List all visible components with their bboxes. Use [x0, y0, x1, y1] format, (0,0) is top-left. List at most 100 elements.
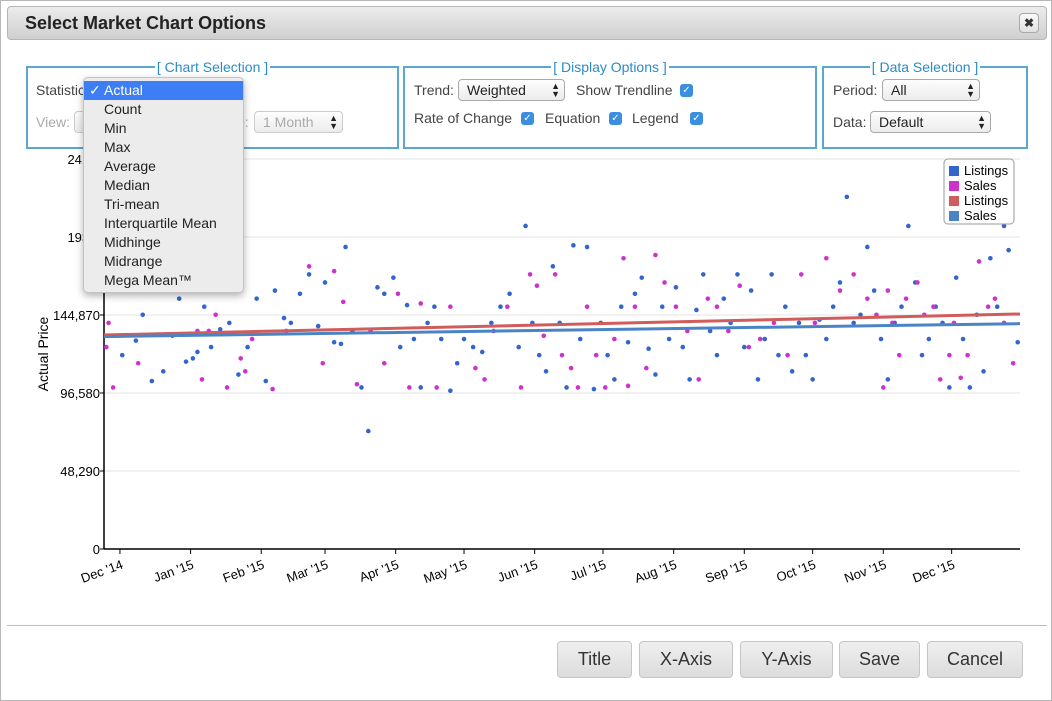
title-button[interactable]: Title — [557, 641, 632, 678]
statistic-option[interactable]: ✓ Actual — [84, 81, 243, 100]
statistic-dropdown-menu[interactable]: ✓ Actual Count Min Max Average Median Tri-mean I… — [83, 77, 244, 293]
statistic-option[interactable]: Max — [84, 138, 243, 157]
sales-data-point — [915, 280, 920, 285]
sales-data-point — [434, 385, 439, 390]
sales-data-point — [593, 352, 599, 358]
listings-data-point — [625, 339, 631, 345]
x-tick-label: Dec '14 — [79, 557, 125, 586]
listings-data-point — [183, 359, 189, 364]
listings-data-point — [359, 385, 364, 390]
sales-data-point — [473, 365, 478, 371]
listings-data-point — [432, 304, 437, 310]
listings-data-point — [721, 296, 727, 301]
sales-data-point — [653, 252, 658, 258]
listings-data-point — [454, 360, 460, 366]
listings-data-point — [762, 336, 768, 342]
sales-data-point — [395, 291, 401, 297]
statistic-option[interactable]: Mega Mean™ — [84, 271, 243, 290]
sales-data-point — [612, 336, 617, 342]
legend-item-label: Listings — [964, 163, 1009, 178]
listings-data-point — [133, 338, 139, 343]
listings-data-point — [140, 312, 146, 318]
sales-data-point — [662, 280, 667, 285]
legend-swatch — [949, 166, 959, 176]
x-tick-label: Mar '15 — [285, 557, 330, 586]
sales-data-point — [931, 304, 936, 310]
statistic-option[interactable]: Midhinge — [84, 233, 243, 252]
x-tick-label: Sep '15 — [703, 557, 749, 586]
listings-data-point — [837, 280, 843, 285]
statistic-option[interactable]: Average — [84, 157, 243, 176]
sales-data-point — [885, 288, 891, 293]
sales-data-point — [340, 299, 346, 305]
listings-data-point — [149, 378, 155, 384]
statistic-option[interactable]: Interquartile Mean — [84, 214, 243, 233]
x-tick-label: Oct '15 — [774, 557, 817, 585]
listings-data-point — [1006, 247, 1011, 253]
listings-data-point — [612, 377, 617, 382]
x-tick-label: Apr '15 — [357, 557, 400, 585]
listings-data-point — [516, 344, 522, 350]
listings-data-point — [461, 336, 467, 342]
sales-data-point — [1010, 360, 1016, 366]
listings-data-point — [885, 377, 891, 382]
sales-data-point — [238, 356, 244, 361]
listings-data-point — [543, 369, 549, 374]
listings-data-point — [366, 428, 371, 434]
legend-item-label: Sales — [964, 178, 997, 193]
listings-data-point — [263, 378, 269, 384]
listings-data-point — [315, 323, 321, 329]
listings-data-point — [404, 302, 410, 308]
listings-data-point — [160, 369, 166, 374]
sales-data-point — [737, 283, 743, 289]
sales-data-point — [135, 360, 141, 366]
statistic-option-label: Average — [104, 158, 156, 174]
listings-data-point — [618, 304, 624, 310]
listings-data-point — [878, 336, 884, 342]
listings-data-point — [281, 315, 287, 321]
sales-data-point — [448, 304, 453, 310]
sales-data-point — [110, 385, 116, 390]
statistic-option[interactable]: Tri-mean — [84, 195, 243, 214]
listings-data-point — [591, 386, 597, 392]
sales-data-point — [534, 283, 540, 289]
listings-data-point — [783, 304, 788, 310]
y-axis-button[interactable]: Y-Axis — [740, 641, 833, 678]
listings-data-point — [735, 272, 740, 277]
statistic-option[interactable]: Min — [84, 119, 243, 138]
sales-data-point — [837, 288, 843, 293]
listings-data-point — [830, 304, 836, 310]
listings-data-point — [418, 385, 424, 390]
cancel-button[interactable]: Cancel — [927, 641, 1023, 678]
statistic-option[interactable]: Count — [84, 100, 243, 119]
sales-data-point — [575, 385, 581, 390]
listings-data-point — [981, 369, 986, 374]
sales-data-point — [865, 296, 870, 301]
x-axis-button[interactable]: X-Axis — [639, 641, 733, 678]
listings-data-point — [810, 377, 815, 382]
x-tick-label: Dec '15 — [910, 557, 956, 586]
listings-data-point — [397, 344, 403, 350]
listings-data-point — [796, 320, 802, 326]
sales-data-point — [673, 304, 679, 310]
listings-data-point — [947, 385, 952, 390]
listings-data-point — [119, 352, 125, 358]
sales-data-point — [644, 365, 649, 371]
listings-data-point — [470, 344, 476, 350]
y-tick-label: 96,580 — [60, 386, 100, 401]
listings-data-point — [479, 349, 485, 355]
sales-data-point — [757, 336, 763, 342]
sales-data-point — [621, 255, 626, 261]
listings-data-point — [994, 304, 1000, 310]
statistic-option[interactable]: Median — [84, 176, 243, 195]
statistic-option[interactable]: Midrange — [84, 252, 243, 271]
legend-item-label: Sales — [964, 208, 997, 223]
listings-data-point — [411, 336, 417, 342]
save-button[interactable]: Save — [839, 641, 920, 678]
x-tick-label: Feb '15 — [221, 557, 267, 586]
statistic-option-label: Midrange — [104, 253, 163, 269]
y-tick-label: 48,290 — [60, 464, 100, 479]
listings-data-point — [577, 336, 583, 342]
listings-data-point — [776, 352, 781, 358]
y-axis-label: Actual Price — [35, 316, 51, 391]
